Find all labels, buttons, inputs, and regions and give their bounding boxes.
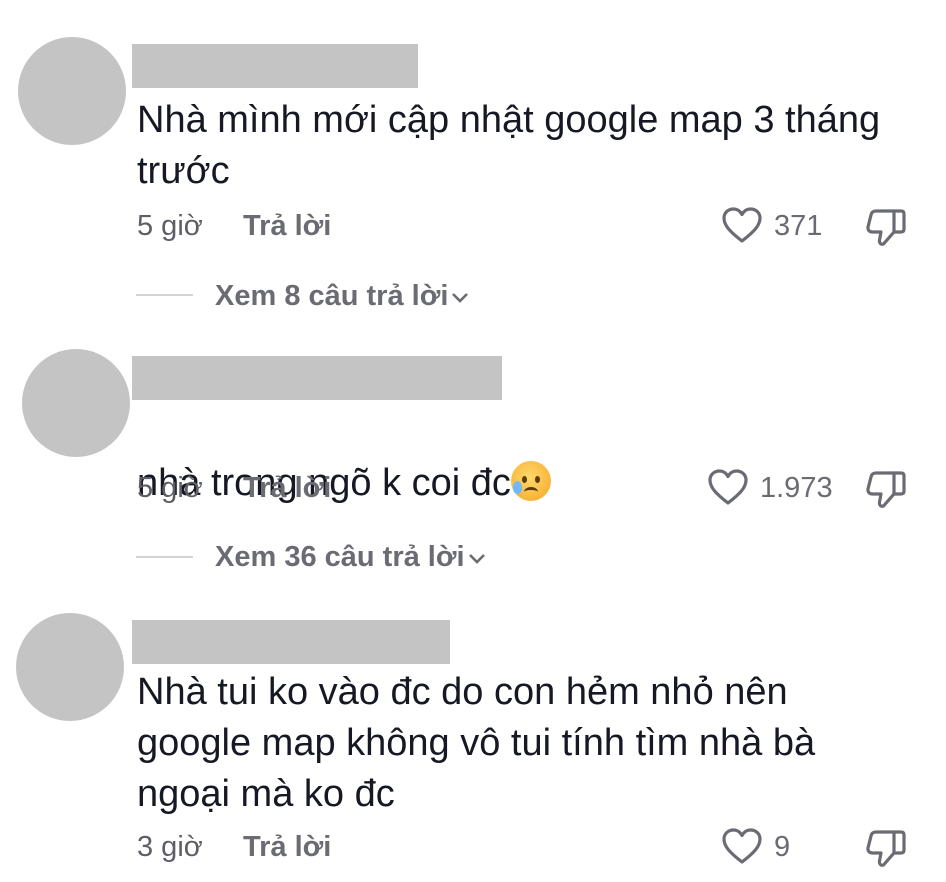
comment-time: 5 giờ — [137, 472, 203, 504]
heart-icon[interactable] — [721, 827, 763, 865]
avatar[interactable] — [22, 349, 130, 457]
reply-button[interactable]: Trả lời — [243, 472, 331, 505]
thumbs-down-icon[interactable] — [864, 467, 908, 511]
thumbs-down-icon[interactable] — [864, 826, 908, 870]
chevron-down-icon — [452, 293, 469, 304]
view-replies-button[interactable]: Xem 8 câu trả lời — [215, 280, 470, 313]
sad-but-relieved-face-icon — [510, 461, 551, 501]
avatar[interactable] — [16, 613, 124, 721]
heart-icon[interactable] — [721, 206, 763, 244]
comment-text: Nhà mình mới cập nhật google map 3 tháng… — [137, 99, 881, 192]
avatar[interactable] — [18, 37, 126, 145]
reply-button[interactable]: Trả lời — [243, 210, 331, 243]
view-replies-label: Xem 8 câu trả lời — [215, 280, 449, 312]
like-count: 1.973 — [760, 472, 833, 504]
divider-line — [136, 556, 193, 558]
comment-text: Nhà tui ko vào đc do con hẻm nhỏ nên goo… — [137, 671, 816, 815]
view-replies-label: Xem 36 câu trả lời — [215, 541, 465, 573]
username-redacted[interactable] — [132, 356, 502, 400]
divider-line — [136, 294, 193, 296]
username-redacted[interactable] — [132, 44, 418, 88]
reply-button[interactable]: Trả lời — [243, 831, 331, 864]
comment-time: 5 giờ — [137, 210, 203, 242]
like-count: 9 — [774, 831, 791, 863]
username-redacted[interactable] — [132, 620, 450, 664]
view-replies-button[interactable]: Xem 36 câu trả lời — [215, 541, 487, 574]
heart-icon[interactable] — [707, 468, 749, 506]
comment-time: 3 giờ — [137, 831, 203, 863]
like-count: 371 — [774, 210, 823, 242]
thumbs-down-icon[interactable] — [864, 205, 908, 249]
chevron-down-icon — [468, 554, 485, 565]
